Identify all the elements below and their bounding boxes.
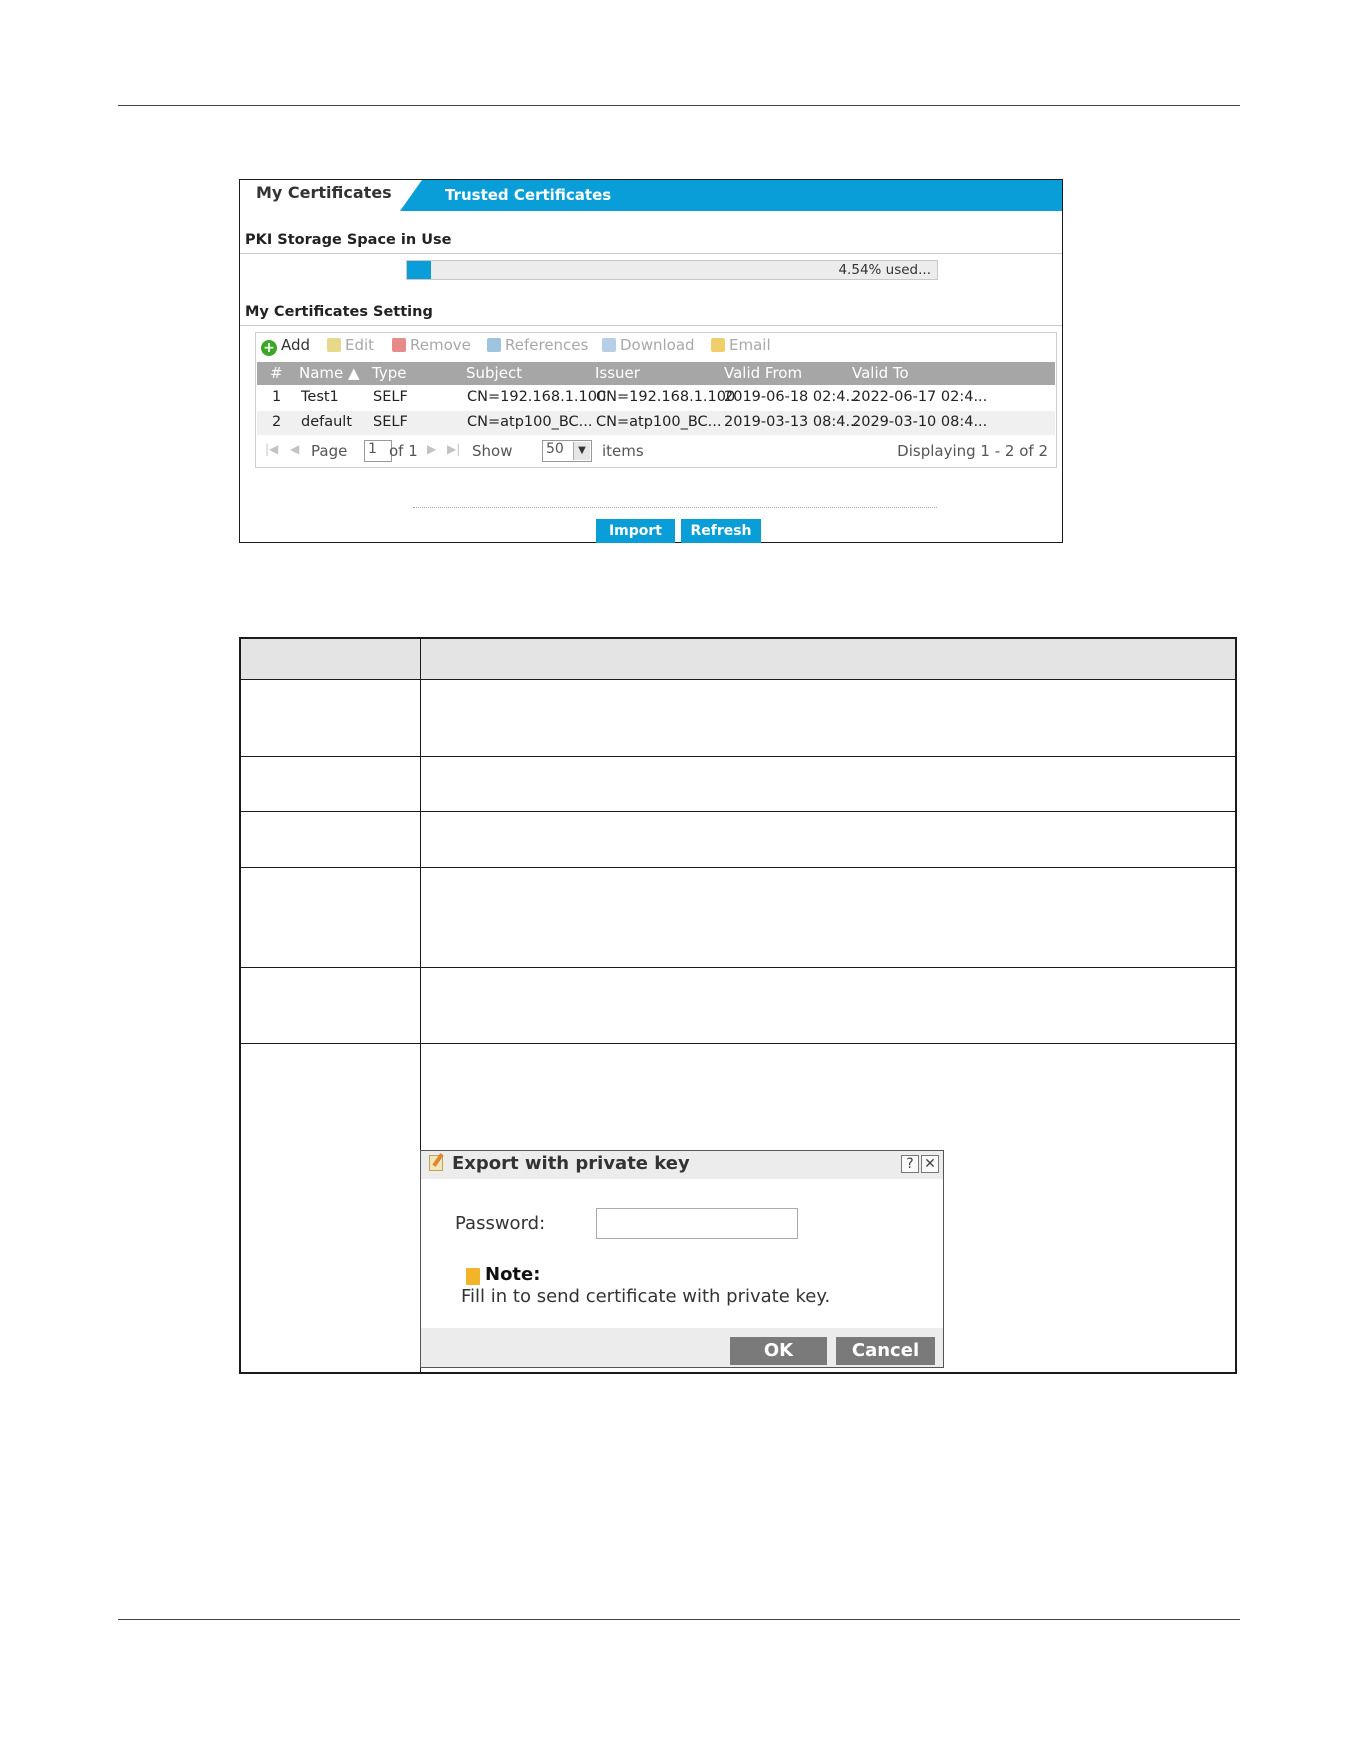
email-button[interactable]: Email — [711, 336, 771, 354]
section-divider — [240, 253, 1062, 254]
remove-button[interactable]: Remove — [392, 336, 471, 354]
section-divider — [240, 325, 1062, 326]
download-button[interactable]: Download — [602, 336, 695, 354]
add-button[interactable]: + Add — [261, 336, 310, 356]
password-label: Password: — [455, 1213, 546, 1234]
export-dialog: Export with private key ? ✕ Password: No… — [420, 1150, 944, 1368]
trash-icon — [392, 338, 406, 352]
page-count-label: of 1 — [389, 442, 418, 460]
close-icon[interactable]: ✕ — [921, 1155, 939, 1173]
references-button[interactable]: References — [487, 336, 588, 354]
prev-page-icon[interactable]: ◀ — [290, 442, 299, 456]
page-label: Page — [311, 442, 348, 460]
table-header — [241, 639, 1235, 680]
dotted-divider — [413, 507, 937, 508]
column-header-valid-from[interactable]: Valid From — [724, 364, 802, 382]
note-title: Note: — [485, 1264, 541, 1285]
footer-rule — [118, 1619, 1240, 1620]
references-icon — [487, 338, 501, 352]
column-header-subject[interactable]: Subject — [466, 364, 522, 382]
refresh-button[interactable]: Refresh — [681, 519, 761, 543]
ok-button[interactable]: OK — [730, 1337, 827, 1365]
row-divider — [241, 811, 1235, 812]
tab-my-certificates-label: My Certificates — [256, 183, 392, 202]
dialog-footer: OK Cancel — [421, 1328, 943, 1367]
column-header-valid-to[interactable]: Valid To — [852, 364, 909, 382]
grid-pager: |◀ ◀ Page 1 of 1 ▶ ▶| Show 50 ▼ items Di… — [257, 437, 1055, 465]
last-page-icon[interactable]: ▶| — [447, 442, 460, 456]
row-divider — [241, 1043, 1235, 1044]
edit-button[interactable]: Edit — [327, 336, 374, 354]
add-icon: + — [261, 340, 277, 356]
row-divider — [241, 756, 1235, 757]
row-divider — [241, 967, 1235, 968]
cancel-button[interactable]: Cancel — [836, 1337, 935, 1365]
grid-header-row: # Name ▲ Type Subject Issuer Valid From … — [257, 362, 1055, 385]
column-header-name[interactable]: Name ▲ — [299, 364, 360, 382]
chevron-down-icon[interactable]: ▼ — [573, 442, 590, 460]
header-rule — [118, 105, 1240, 106]
storage-progress-bar: 4.54% used... — [406, 260, 938, 280]
password-field[interactable] — [596, 1208, 798, 1239]
help-icon[interactable]: ? — [901, 1155, 919, 1173]
show-label: Show — [472, 442, 513, 460]
settings-section-title: My Certificates Setting — [245, 304, 433, 320]
tab-trusted-certificates[interactable]: Trusted Certificates — [445, 186, 611, 204]
note-icon — [466, 1268, 480, 1285]
column-header-issuer[interactable]: Issuer — [595, 364, 640, 382]
email-icon — [711, 338, 725, 352]
storage-section-title: PKI Storage Space in Use — [245, 232, 452, 248]
next-page-icon[interactable]: ▶ — [427, 442, 436, 456]
certificate-screen: My Certificates Trusted Certificates PKI… — [239, 179, 1063, 543]
tab-notch — [400, 180, 422, 211]
dialog-title: Export with private key — [452, 1153, 690, 1174]
column-header-number[interactable]: # — [270, 364, 283, 382]
certificates-grid: + Add Edit Remove References Download Ema… — [255, 332, 1057, 468]
note-text: Fill in to send certificate with private… — [461, 1286, 831, 1307]
items-label: items — [602, 442, 644, 460]
dialog-title-bar: Export with private key ? ✕ — [421, 1151, 943, 1179]
edit-icon — [429, 1155, 443, 1171]
page-number-input[interactable]: 1 — [364, 440, 392, 462]
table-row[interactable]: 2 default SELF CN=atp100_BC... CN=atp100… — [257, 411, 1055, 435]
storage-progress-fill — [407, 261, 432, 279]
edit-icon — [327, 338, 341, 352]
storage-used-text: 4.54% used... — [838, 262, 931, 278]
page-size-select[interactable]: 50 ▼ — [542, 440, 592, 462]
tab-my-certificates[interactable]: My Certificates — [240, 180, 400, 211]
row-divider — [241, 867, 1235, 868]
import-button[interactable]: Import — [596, 519, 675, 543]
first-page-icon[interactable]: |◀ — [265, 442, 278, 456]
table-row[interactable]: 1 Test1 SELF CN=192.168.1.100 CN=192.168… — [257, 386, 1055, 410]
column-header-type[interactable]: Type — [372, 364, 406, 382]
download-icon — [602, 338, 616, 352]
displaying-count: Displaying 1 - 2 of 2 — [897, 442, 1048, 460]
